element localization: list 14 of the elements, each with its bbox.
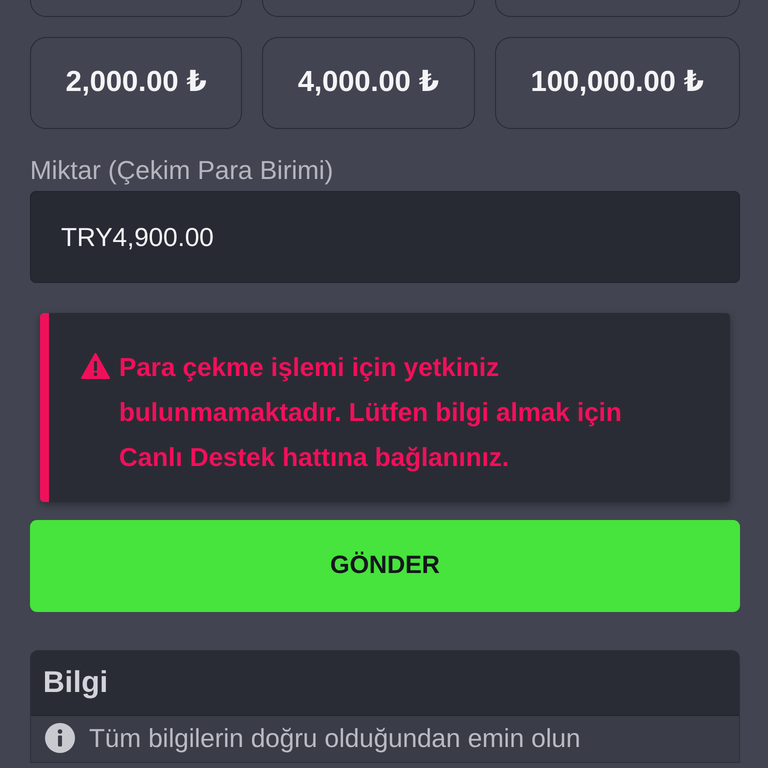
amount-input[interactable]: TRY4,900.00 <box>30 191 740 283</box>
panel-title: Bilgi <box>31 651 739 716</box>
amount-button[interactable] <box>30 0 242 17</box>
info-text: Tüm bilgilerin doğru olduğundan emin olun <box>89 722 580 754</box>
amount-button[interactable] <box>262 0 475 17</box>
amount-button[interactable]: 2,000.00 ₺ <box>30 37 242 129</box>
amount-button[interactable] <box>494 0 740 17</box>
amount-button[interactable]: 4,000.00 ₺ <box>262 37 475 129</box>
info-icon <box>45 723 75 753</box>
amount-button[interactable]: 100,000.00 ₺ <box>494 37 740 129</box>
field-label: Miktar (Çekim Para Birimi) <box>30 155 334 185</box>
alert-message: Para çekme işlemi için yetkiniz bulunmamaktadır. Lütfen bilgi almak için Canlı Destek hattına bağlanınız. <box>119 351 623 474</box>
submit-button[interactable]: GÖNDER <box>30 520 740 612</box>
warning-icon <box>81 353 110 379</box>
